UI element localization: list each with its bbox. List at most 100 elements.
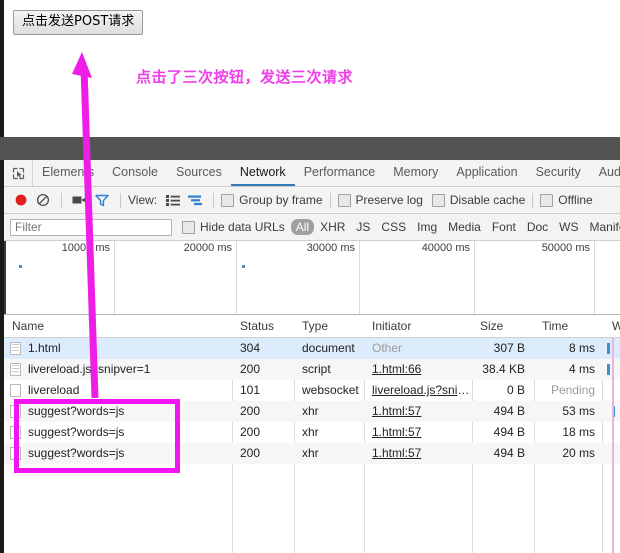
tab-security[interactable]: Security: [527, 160, 590, 186]
cell-type: xhr: [302, 404, 319, 418]
overview-tick: [359, 241, 360, 314]
preserve-log-checkbox[interactable]: Preserve log: [337, 193, 423, 207]
cell-size: 494 B: [493, 404, 525, 418]
column-header-initiator[interactable]: Initiator: [364, 315, 472, 337]
column-header-name[interactable]: Name: [4, 315, 232, 337]
tab-label: Aud: [598, 165, 620, 179]
table-row[interactable]: suggest?words=js 200 xhr 1.html:57 494 B…: [4, 443, 620, 464]
toolbar-divider: [120, 192, 121, 208]
record-circle-icon: [15, 194, 27, 206]
overview-tick-label: 30000 ms: [306, 242, 355, 254]
column-header-time[interactable]: Time: [534, 315, 604, 337]
filter-input[interactable]: [10, 218, 172, 236]
send-post-request-button[interactable]: 点击发送POST请求: [13, 10, 144, 35]
tab-application[interactable]: Application: [447, 160, 526, 186]
list-view-button[interactable]: [162, 194, 184, 206]
tab-network[interactable]: Network: [230, 160, 295, 186]
filter-type-doc[interactable]: Doc: [522, 219, 553, 235]
tab-memory[interactable]: Memory: [384, 160, 447, 186]
network-overview-timeline[interactable]: 10000 ms 20000 ms 30000 ms 40000 ms 5000…: [4, 241, 620, 315]
tab-label: Sources: [175, 165, 222, 179]
checkbox-box: [540, 193, 554, 207]
tab-performance[interactable]: Performance: [295, 160, 385, 186]
filter-type-font[interactable]: Font: [487, 219, 521, 235]
cell-status: 200: [240, 362, 261, 376]
waterfall-view-icon: [187, 195, 202, 205]
checkbox-label: Offline: [558, 193, 593, 207]
tab-label: Elements: [42, 165, 95, 179]
checkbox-box: [221, 193, 235, 207]
disable-cache-checkbox[interactable]: Disable cache: [431, 193, 525, 207]
cell-type: script: [302, 362, 331, 376]
toolbar-divider: [329, 192, 331, 208]
window-separator-bar: [0, 137, 620, 160]
checkbox-label: Preserve log: [355, 193, 423, 207]
filter-type-img[interactable]: Img: [412, 219, 442, 235]
overview-tick-label: 10000 ms: [61, 242, 110, 254]
waterfall-bar: [607, 343, 610, 354]
cell-initiator-link[interactable]: 1.html:66: [364, 359, 472, 380]
clear-button[interactable]: [32, 193, 54, 207]
waterfall-view-button[interactable]: [184, 195, 206, 206]
camera-icon: [72, 196, 87, 204]
cell-type: document: [302, 341, 355, 355]
checkbox-box: [182, 220, 195, 234]
cell-size: 494 B: [493, 446, 525, 460]
cell-time: 4 ms: [568, 362, 595, 376]
inspect-element-button[interactable]: [4, 160, 33, 186]
cell-type: xhr: [302, 446, 319, 460]
cell-time: 18 ms: [562, 425, 595, 439]
filter-type-ws[interactable]: WS: [554, 219, 583, 235]
tab-elements[interactable]: Elements: [33, 160, 103, 186]
filter-toggle-button[interactable]: [91, 194, 113, 207]
filter-type-css[interactable]: CSS: [376, 219, 411, 235]
column-header-status[interactable]: Status: [232, 315, 294, 337]
filter-type-media[interactable]: Media: [443, 219, 486, 235]
tab-label: Security: [535, 165, 581, 179]
filter-type-manifest[interactable]: Manifest: [585, 219, 620, 235]
tab-label: Application: [456, 165, 518, 179]
table-row[interactable]: suggest?words=js 200 xhr 1.html:57 494 B…: [4, 422, 620, 443]
table-row[interactable]: 1.html 304 document Other 307 B 8 ms: [4, 338, 620, 359]
cell-initiator-link[interactable]: 1.html:57: [364, 443, 472, 464]
cell-initiator-link[interactable]: 1.html:57: [364, 401, 472, 422]
overview-tick-label: 50000 ms: [541, 242, 590, 254]
table-row[interactable]: livereload.js?snipver=1 200 script 1.htm…: [4, 359, 620, 380]
cell-name: suggest?words=js: [28, 425, 125, 439]
devtools-panel: Elements Console Sources Network Perform…: [0, 160, 620, 553]
overview-tick: [474, 241, 475, 314]
browser-page-viewport: 点击发送POST请求 点击了三次按钮，发送三次请求: [0, 0, 620, 137]
column-header-waterfall[interactable]: Wa: [604, 315, 620, 337]
cell-time: 8 ms: [568, 341, 595, 355]
cell-initiator-link[interactable]: livereload.js?snip…: [364, 380, 472, 401]
tab-sources[interactable]: Sources: [167, 160, 231, 186]
checkbox-box: [337, 193, 351, 207]
checkbox-label: Hide data URLs: [200, 220, 285, 234]
tab-label: Network: [239, 165, 286, 179]
cell-status: 304: [240, 341, 261, 355]
view-label: View:: [128, 193, 158, 207]
filter-funnel-icon: [95, 194, 109, 206]
capture-screenshots-button[interactable]: [69, 194, 91, 206]
group-by-frame-checkbox[interactable]: Group by frame: [221, 193, 323, 207]
cell-name: 1.html: [28, 341, 61, 355]
filter-type-all[interactable]: All: [290, 219, 315, 235]
record-button[interactable]: [10, 193, 32, 207]
overview-tick-label: 20000 ms: [183, 242, 232, 254]
hide-data-urls-checkbox[interactable]: Hide data URLs: [182, 220, 285, 234]
toolbar-divider: [532, 192, 534, 208]
tab-audits[interactable]: Aud: [590, 160, 620, 186]
offline-checkbox[interactable]: Offline: [540, 193, 593, 207]
network-filter-toolbar: Hide data URLs All XHR JS CSS Img Media …: [4, 214, 620, 241]
table-row[interactable]: suggest?words=js 200 xhr 1.html:57 494 B…: [4, 401, 620, 422]
annotation-label-three-clicks: 点击了三次按钮，发送三次请求: [136, 68, 354, 86]
filter-type-xhr[interactable]: XHR: [315, 219, 350, 235]
filter-type-js[interactable]: JS: [351, 219, 375, 235]
cell-initiator-link[interactable]: 1.html:57: [364, 422, 472, 443]
table-row[interactable]: livereload 101 websocket livereload.js?s…: [4, 380, 620, 401]
column-header-size[interactable]: Size: [472, 315, 534, 337]
cell-name: suggest?words=js: [28, 404, 125, 418]
tab-console[interactable]: Console: [103, 160, 167, 186]
column-header-type[interactable]: Type: [294, 315, 364, 337]
cell-name: suggest?words=js: [28, 446, 125, 460]
